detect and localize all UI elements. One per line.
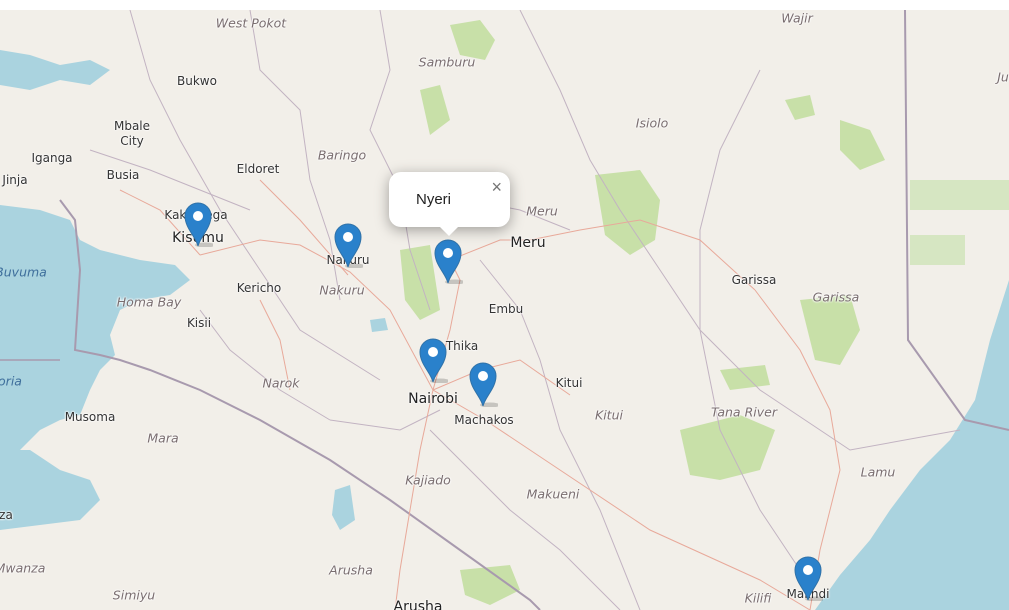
map-label: City [120, 134, 144, 148]
map-label: Homa Bay [116, 294, 182, 310]
map-label: Kitui [595, 407, 623, 423]
map-label: Kisii [186, 316, 212, 330]
map-label: Kericho [236, 281, 282, 295]
map-label: Mbale [113, 119, 151, 133]
map-label: Garissa [812, 289, 860, 305]
map-label: Kajiado [405, 472, 451, 488]
map-label: Narok [262, 375, 300, 391]
map-label: Samburu [418, 54, 476, 70]
map-label: Nairobi [408, 391, 458, 407]
map-label: Isiolo [635, 115, 669, 131]
map-label: Arusha [393, 599, 443, 610]
map-marker-pin-icon[interactable] [183, 201, 215, 248]
map-label: Thika [445, 339, 479, 353]
map-label: Meru [510, 235, 546, 251]
map-label: Makueni [526, 486, 580, 502]
map-label: za [0, 508, 13, 522]
map-marker-pin-icon[interactable] [468, 361, 500, 408]
map-label: Lamu [860, 464, 896, 480]
map-label: Simiyu [112, 587, 156, 603]
marker-popup: Nyeri × [389, 172, 510, 236]
map-marker-pin-icon[interactable] [433, 238, 465, 285]
popup-tip [439, 226, 459, 236]
map-label: Wajir [781, 10, 813, 26]
map-view[interactable]: West Pokot Samburu Wajir Ju Bukwo Mbale City Ig… [0, 10, 1009, 610]
map-label: Arusha [329, 562, 373, 578]
map-label: Garissa [731, 273, 777, 287]
map-label: Embu [488, 302, 524, 316]
map-label: Nakuru [319, 282, 365, 298]
popup-close-button[interactable]: × [491, 178, 502, 196]
map-label: Machakos [454, 413, 514, 427]
map-label: Musoma [64, 410, 116, 424]
map-label: Kilifi [744, 590, 772, 606]
map-label: Tana River [711, 404, 777, 420]
map-label: West Pokot [215, 15, 287, 31]
map-label: Mara [147, 430, 179, 446]
map-label: Meru [526, 203, 558, 219]
map-label: Baringo [317, 147, 367, 163]
map-marker-pin-icon[interactable] [418, 337, 450, 384]
map-label: Busia [106, 168, 140, 182]
map-label: Ju [997, 69, 1009, 85]
map-label: Eldoret [236, 162, 280, 176]
map-label: oria [0, 373, 22, 389]
map-label: Jinja [2, 173, 28, 187]
map-label: Iganga [31, 151, 73, 165]
map-marker-pin-icon[interactable] [793, 555, 825, 602]
popup-text: Nyeri [416, 191, 452, 208]
map-label: Kitui [555, 376, 583, 390]
map-label: Buvuma [0, 264, 47, 280]
map-label: Bukwo [177, 74, 217, 88]
map-marker-pin-icon[interactable] [333, 222, 365, 269]
map-label: Mwanza [0, 560, 46, 576]
